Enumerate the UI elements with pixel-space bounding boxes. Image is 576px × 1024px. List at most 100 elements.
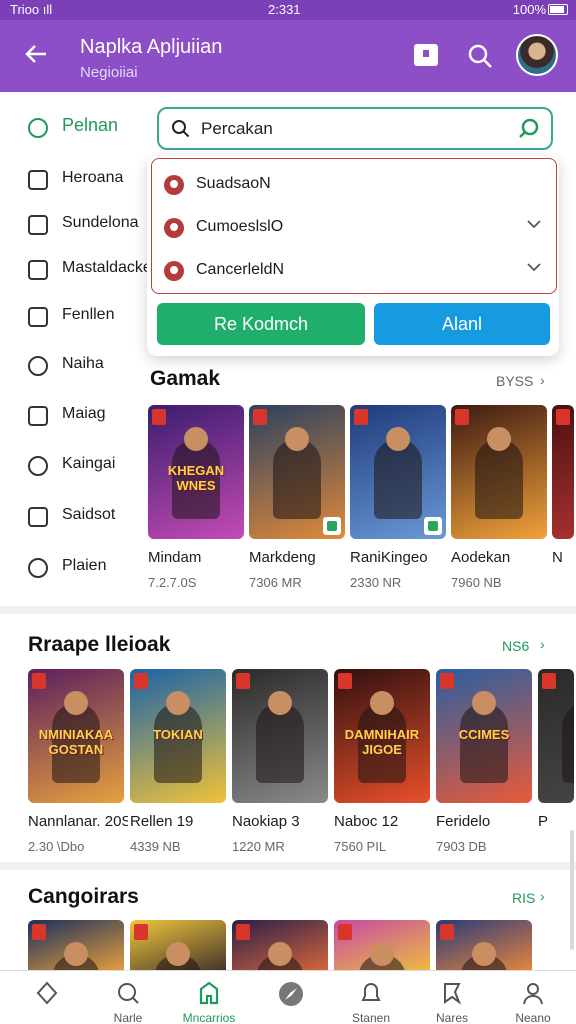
game-thumbnail[interactable] [232, 920, 328, 976]
back-arrow-icon[interactable] [22, 40, 54, 72]
battery-level: 100% [512, 2, 546, 17]
dropdown-item[interactable]: CumoeslslO [152, 206, 556, 248]
character-head [166, 942, 190, 966]
dropdown-item-label: CumoeslslO [196, 218, 284, 235]
check-circle-icon [28, 356, 48, 376]
scrollbar[interactable] [570, 830, 574, 950]
location-pin-icon [164, 175, 184, 195]
game-thumbnail[interactable]: NMINIAKAA GOSTAN [28, 669, 124, 803]
nav-item-stanen[interactable]: Stanen [330, 971, 412, 1024]
bookmark-icon [32, 924, 46, 940]
nav-item-nares[interactable]: Nares [411, 971, 493, 1024]
bookmark-icon[interactable] [414, 44, 438, 66]
nav-label: Stanen [351, 1011, 391, 1024]
nav-item-narle[interactable]: Narle [87, 971, 169, 1024]
section-more-link[interactable]: NS6 [502, 638, 529, 654]
search-input[interactable] [201, 117, 501, 141]
filter-dropdown: SuadsaoN CumoeslslO CancerleldN Re Kodmc… [147, 156, 559, 356]
game-thumbnail[interactable]: NINNUN [436, 920, 532, 976]
game-thumbnail[interactable]: TOKIAN [130, 669, 226, 803]
nav-item-mncarrios[interactable]: Mncarrios [168, 971, 250, 1024]
game-thumbnail[interactable]: DAMNIHAIR JIGOE [334, 669, 430, 803]
bookmark-icon [440, 924, 454, 940]
dropdown-item[interactable]: SuadsaoN [152, 163, 556, 205]
sidebar-item-sundelona[interactable]: Sundelona [28, 211, 148, 241]
character-figure [154, 703, 202, 783]
profile-icon [521, 981, 545, 1005]
chevron-right-icon[interactable]: › [540, 888, 545, 904]
character-head [370, 942, 394, 966]
apply-button[interactable]: Alanl [374, 303, 550, 345]
nav-label: Mncarrios [182, 1011, 236, 1024]
compass-icon [28, 456, 48, 476]
character-head [64, 942, 88, 966]
game-logo: KHEGAN WNES [167, 463, 225, 493]
compass-icon [278, 981, 303, 1006]
character-head [285, 427, 309, 451]
bookmark-icon [542, 673, 556, 689]
character-head [166, 691, 190, 715]
character-head [472, 942, 496, 966]
game-thumbnail[interactable] [552, 405, 574, 539]
game-thumbnail[interactable]: KHEGAN WNES [148, 405, 244, 539]
sidebar-item-naiha[interactable]: Naiha [28, 352, 148, 382]
character-head [268, 942, 292, 966]
bookmark-icon [236, 924, 250, 940]
sidebar-item-label: Heroana [62, 169, 124, 186]
dropdown-item[interactable]: CancerleldN [152, 249, 556, 291]
game-thumbnail[interactable] [232, 669, 328, 803]
game-thumbnail[interactable] [451, 405, 547, 539]
game-thumbnail[interactable]: DOGGGES [334, 920, 430, 976]
carrier-signal: Trioo ıll [10, 2, 53, 17]
sidebar-item-plaien[interactable]: Plaien [28, 554, 148, 584]
section-more-link[interactable]: BYSS [496, 373, 533, 389]
game-thumbnail[interactable] [538, 669, 574, 803]
section-title-categories: Cangoirars [28, 885, 139, 908]
nav-item-diamond[interactable] [6, 971, 88, 1024]
chevron-down-icon[interactable] [526, 259, 542, 280]
sidebar-item-label: Sundelona [62, 214, 139, 231]
sidebar-item-pelnan[interactable]: Pelnan [28, 114, 148, 144]
game-thumbnail[interactable] [350, 405, 446, 539]
game-thumbnail[interactable]: CCIMES [436, 669, 532, 803]
square-icon [28, 215, 48, 235]
nav-item-compass[interactable] [249, 971, 331, 1024]
game-size: 7903 DB [436, 839, 487, 854]
search-icon[interactable] [466, 42, 494, 70]
sidebar-item-heroana[interactable]: Heroana [28, 166, 148, 196]
character-head [487, 427, 511, 451]
game-title: RaniKingeo [350, 549, 428, 566]
game-artwork [552, 405, 574, 539]
search-submit-icon[interactable] [517, 117, 541, 146]
location-pin-icon [164, 261, 184, 281]
game-thumbnail[interactable] [249, 405, 345, 539]
nav-item-neano[interactable]: Neano [492, 971, 574, 1024]
sidebar-item-maiag[interactable]: Maiag [28, 402, 148, 432]
character-figure [273, 439, 321, 519]
section-divider [0, 606, 576, 614]
game-logo: DAMNIHAIR JIGOE [344, 727, 420, 757]
tag-icon [28, 307, 48, 327]
sidebar-item-saidsot[interactable]: Saidsot [28, 503, 148, 533]
sidebar-item-fenllen[interactable]: Fenllen [28, 303, 148, 333]
chevron-right-icon[interactable]: › [540, 372, 545, 388]
character-head [386, 427, 410, 451]
game-size: 7.2.7.0S [148, 575, 197, 590]
dropdown-list: SuadsaoN CumoeslslO CancerleldN [151, 158, 557, 294]
game-thumbnail[interactable] [130, 920, 226, 976]
game-title: Rellen 19 [130, 813, 194, 830]
character-figure [475, 439, 523, 519]
clock-icon [28, 118, 48, 138]
reset-button[interactable]: Re Kodmch [157, 303, 365, 345]
section-more-link[interactable]: RIS [512, 890, 535, 906]
search-field[interactable] [157, 107, 553, 150]
bookmark-icon [440, 673, 454, 689]
chevron-down-icon[interactable] [526, 216, 542, 237]
sidebar-item-kaingai[interactable]: Kaingai [28, 452, 148, 482]
game-thumbnail[interactable]: GAMIES [28, 920, 124, 976]
game-logo: CCIMES [458, 727, 510, 742]
game-logo: NMINIAKAA GOSTAN [38, 727, 114, 757]
sidebar-item-mastaldacke[interactable]: Mastaldacke [28, 256, 152, 286]
avatar[interactable] [516, 34, 558, 76]
chevron-right-icon[interactable]: › [540, 636, 545, 652]
